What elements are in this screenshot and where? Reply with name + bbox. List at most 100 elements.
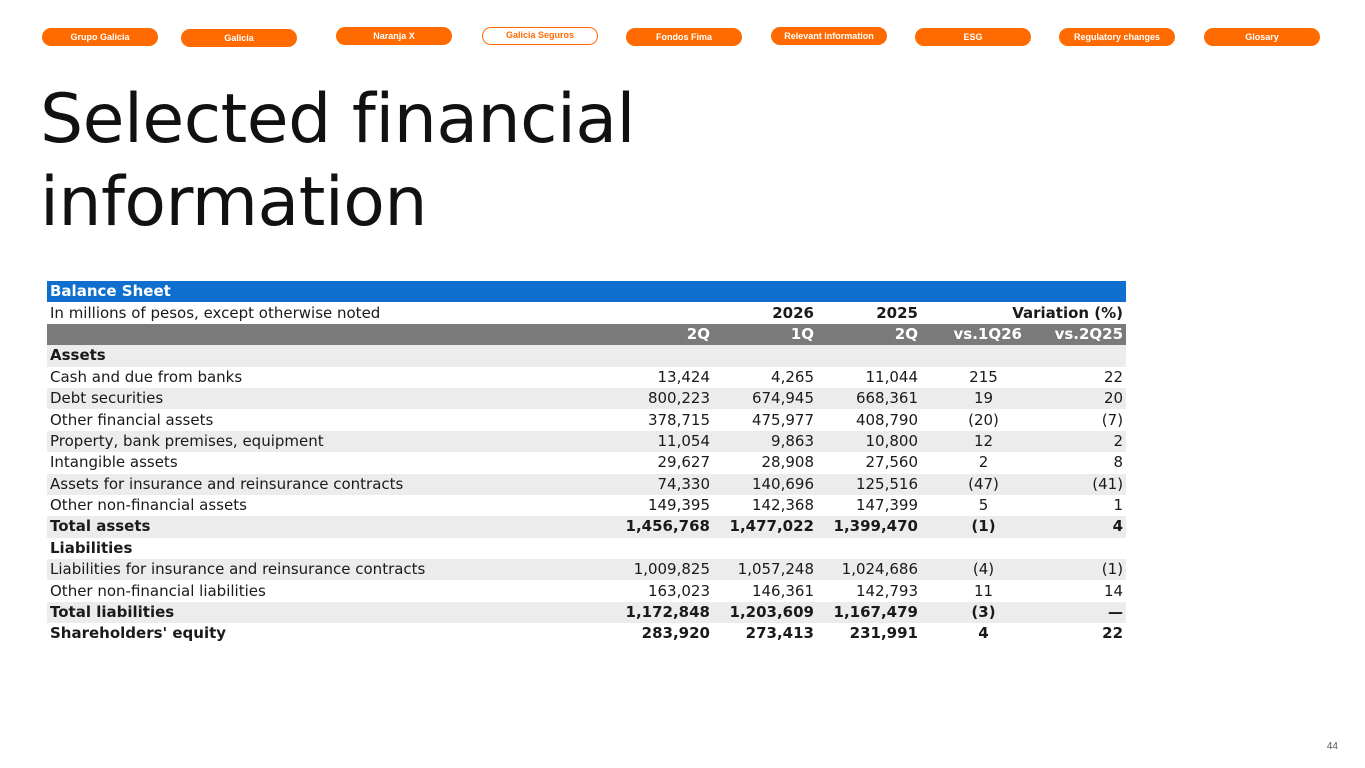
top-navigation: Grupo Galicia Galicia Naranja X Galicia … [42, 27, 1321, 47]
row-label: Total liabilities [47, 601, 607, 624]
row-value: 1,477,022 [713, 516, 817, 538]
column-header: 2Q [607, 323, 713, 346]
row-value: 231,991 [849, 624, 918, 643]
row-label: Other financial assets [50, 410, 214, 429]
nav-tab-fondos-fima[interactable]: Fondos Fima [626, 28, 742, 46]
row-value: 215 [969, 367, 998, 386]
row-value: 1 [1113, 496, 1124, 515]
row-value [713, 538, 817, 559]
row-value: 142,793 [855, 581, 918, 600]
row-value: 11 [973, 581, 994, 600]
row-value [817, 345, 921, 367]
table-row: Intangible assets 29,627 28,908 27,560 2 8 [47, 452, 1126, 473]
row-value: 5 [978, 496, 989, 515]
row-value: 4 [1025, 516, 1127, 538]
row-label: Assets for insurance and reinsurance con… [47, 473, 607, 495]
row-value: 283,920 [641, 624, 710, 643]
row-value: 2 [978, 453, 989, 472]
row-value: 668,361 [817, 387, 921, 410]
row-value: 13,424 [657, 367, 711, 386]
row-value: 4 [978, 624, 989, 643]
row-value: 140,696 [713, 473, 817, 495]
nav-tab-grupo-galicia[interactable]: Grupo Galicia [42, 28, 158, 46]
row-value: 125,516 [817, 473, 921, 495]
table-row: Debt securities 800,223 674,945 668,361 19 20 [47, 387, 1127, 410]
nav-tab-naranja-x[interactable]: Naranja X [336, 27, 452, 45]
row-label: Debt securities [47, 387, 607, 410]
column-header: vs.1Q26 [921, 323, 1025, 346]
row-value: 1,203,609 [713, 601, 817, 624]
column-header: 1Q [713, 323, 817, 346]
row-value: 1,456,768 [607, 516, 713, 538]
table-row: Other financial assets 378,715 475,977 408,… [47, 409, 1126, 430]
page-number: 44 [1326, 741, 1338, 752]
row-value: 146,361 [751, 581, 814, 600]
table-row: Shareholders' equity 283,920 273,413 231,99… [47, 623, 1126, 644]
row-value: 10,800 [817, 430, 921, 453]
row-value: 147,399 [855, 496, 918, 515]
row-label: Liabilities [50, 538, 133, 557]
row-value: 9,863 [713, 430, 817, 453]
row-value: 1,009,825 [607, 559, 713, 581]
row-value: 475,977 [751, 410, 814, 429]
row-value: (47) [921, 473, 1025, 495]
table-row: Property, bank premises, equipment 11,054… [47, 430, 1127, 453]
row-label: Assets [47, 345, 607, 367]
row-value: 1,399,470 [817, 516, 921, 538]
row-value: 14 [1103, 581, 1124, 600]
column-header: vs.2Q25 [1025, 323, 1127, 346]
row-value: 1,167,479 [817, 601, 921, 624]
table-row: Assets [47, 345, 1127, 367]
row-value: 29,627 [657, 453, 711, 472]
row-value: 378,715 [647, 410, 710, 429]
nav-tab-esg[interactable]: ESG [915, 28, 1031, 46]
row-value: 12 [921, 430, 1025, 453]
row-value: 74,330 [607, 473, 713, 495]
row-label: Cash and due from banks [50, 367, 243, 386]
row-value [607, 345, 713, 367]
nav-tab-glosary[interactable]: Glosary [1204, 28, 1320, 46]
row-label: Shareholders' equity [50, 624, 227, 643]
row-value: 20 [1025, 387, 1127, 410]
page-title: Selected financial information [40, 80, 635, 242]
row-value: 273,413 [745, 624, 814, 643]
year-2025-label: 2025 [817, 302, 921, 324]
nav-tab-galicia[interactable]: Galicia [181, 29, 297, 47]
row-label: Other non-financial liabilities [50, 581, 266, 600]
row-value: 163,023 [647, 581, 710, 600]
row-value: 19 [921, 387, 1025, 410]
nav-tab-galicia-seguros[interactable]: Galicia Seguros [482, 27, 598, 45]
row-value [1025, 345, 1127, 367]
row-value: (1) [1025, 559, 1127, 581]
table-row: Assets for insurance and reinsurance con… [47, 473, 1127, 495]
row-value: (41) [1025, 473, 1127, 495]
row-value: 142,368 [751, 496, 814, 515]
row-label: Intangible assets [50, 453, 178, 472]
table-row: Cash and due from banks 13,424 4,265 11,044… [47, 367, 1126, 388]
row-value: (1) [921, 516, 1025, 538]
row-value [1025, 538, 1126, 559]
row-value: (4) [921, 559, 1025, 581]
row-value: 408,790 [855, 410, 918, 429]
row-value [607, 538, 713, 559]
nav-tab-regulatory-changes[interactable]: Regulatory changes [1059, 28, 1175, 46]
variation-label: Variation (%) [921, 302, 1127, 324]
row-value [921, 345, 1025, 367]
table-row: Liabilities [47, 538, 1126, 559]
table-row: Liabilities for insurance and reinsuranc… [47, 559, 1127, 581]
row-value: 1,172,848 [607, 601, 713, 624]
row-value: 28,908 [761, 453, 815, 472]
row-value: 149,395 [647, 496, 710, 515]
row-value: (7) [1101, 410, 1124, 429]
row-value: (20) [968, 410, 999, 429]
column-header-row: 2Q 1Q 2Q vs.1Q26 vs.2Q25 [47, 323, 1127, 346]
row-value: 4,265 [771, 367, 814, 386]
row-value: 27,560 [865, 453, 919, 472]
table-row: Other non-financial liabilities 163,023 14… [47, 580, 1126, 601]
nav-tab-relevant-information[interactable]: Relevant information [771, 27, 887, 45]
balance-sheet-table: Balance Sheet In millions of pesos, exce… [47, 281, 1127, 645]
row-value [817, 538, 921, 559]
year-2026-label: 2026 [713, 302, 817, 324]
table-header-row: Balance Sheet [47, 281, 1127, 303]
row-label: Liabilities for insurance and reinsuranc… [47, 559, 607, 581]
